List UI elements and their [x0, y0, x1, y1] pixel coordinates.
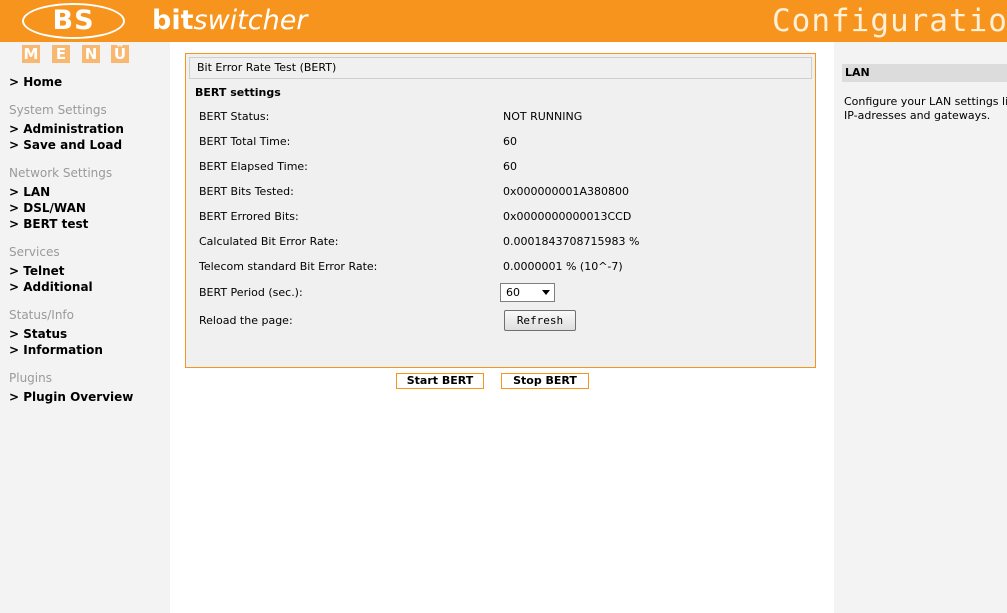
- help-text-line: Configure your LAN settings li: [844, 95, 1007, 108]
- help-panel: LAN Configure your LAN settings li IP-ad…: [834, 42, 1007, 613]
- header-bar: BS bitswitcher Configuration: [0, 0, 1007, 42]
- sidebar-heading-plugins: Plugins: [9, 371, 52, 385]
- bert-total-time-label: BERT Total Time:: [199, 135, 291, 148]
- sidebar-heading-services: Services: [9, 245, 60, 259]
- sidebar-item-status[interactable]: > Status: [9, 327, 67, 341]
- bert-elapsed-time-label: BERT Elapsed Time:: [199, 160, 308, 173]
- sidebar-item-dsl-wan[interactable]: > DSL/WAN: [9, 201, 86, 215]
- sidebar-item-lan[interactable]: > LAN: [9, 185, 50, 199]
- bert-elapsed-time-value: 60: [503, 160, 517, 173]
- bert-period-selected-value: 60: [506, 286, 520, 299]
- sidebar-item-home[interactable]: > Home: [9, 75, 62, 89]
- help-text: Configure your LAN settings li IP-adress…: [844, 95, 1007, 123]
- sidebar-heading-network-settings: Network Settings: [9, 166, 113, 180]
- help-text-line: IP-adresses and gateways.: [844, 109, 991, 122]
- sidebar-item-information[interactable]: > Information: [9, 343, 103, 357]
- telecom-ber-label: Telecom standard Bit Error Rate:: [199, 260, 378, 273]
- sidebar-heading-system-settings: System Settings: [9, 103, 107, 117]
- menu-letter-e: E: [52, 45, 70, 63]
- bert-total-time-value: 60: [503, 135, 517, 148]
- menu-letter-u: Ü: [111, 45, 129, 63]
- stop-bert-button[interactable]: Stop BERT: [501, 373, 589, 389]
- bert-status-label: BERT Status:: [199, 110, 270, 123]
- brand-italic: switcher: [193, 5, 308, 36]
- calculated-ber-value: 0.0001843708715983 %: [503, 235, 640, 248]
- sidebar-item-telnet[interactable]: > Telnet: [9, 264, 65, 278]
- section-heading: BERT settings: [195, 86, 281, 99]
- sidebar-heading-status-info: Status/Info: [9, 308, 74, 322]
- start-bert-button[interactable]: Start BERT: [396, 373, 484, 389]
- bert-bits-tested-label: BERT Bits Tested:: [199, 185, 294, 198]
- sidebar-item-save-and-load[interactable]: > Save and Load: [9, 138, 122, 152]
- menu-letter-n: N: [82, 45, 100, 63]
- page-section-title: Configuration: [772, 3, 1007, 39]
- menu-letter-m: M: [22, 45, 40, 63]
- bert-errored-bits-label: BERT Errored Bits:: [199, 210, 299, 223]
- refresh-button[interactable]: Refresh: [504, 310, 576, 331]
- telecom-ber-value: 0.0000001 % (10^-7): [503, 260, 623, 273]
- panel-title: Bit Error Rate Test (BERT): [189, 57, 812, 79]
- help-title: LAN: [842, 64, 1007, 82]
- bert-period-label: BERT Period (sec.):: [199, 286, 303, 299]
- chevron-down-icon: [542, 290, 550, 295]
- calculated-ber-label: Calculated Bit Error Rate:: [199, 235, 339, 248]
- bs-logo[interactable]: BS: [22, 3, 125, 39]
- bert-panel: Bit Error Rate Test (BERT) BERT settings…: [185, 53, 816, 368]
- brand-name: bitswitcher: [152, 4, 307, 38]
- sidebar-item-bert-test[interactable]: > BERT test: [9, 217, 88, 231]
- brand-bold: bit: [152, 5, 194, 36]
- bert-errored-bits-value: 0x0000000000013CCD: [503, 210, 632, 223]
- bert-period-select[interactable]: 60: [500, 283, 555, 302]
- sidebar-item-administration[interactable]: > Administration: [9, 122, 124, 136]
- bert-bits-tested-value: 0x000000001A380800: [503, 185, 630, 198]
- bert-status-value: NOT RUNNING: [503, 110, 583, 123]
- sidebar-item-plugin-overview[interactable]: > Plugin Overview: [9, 390, 133, 404]
- sidebar-item-additional[interactable]: > Additional: [9, 280, 93, 294]
- reload-label: Reload the page:: [199, 314, 293, 327]
